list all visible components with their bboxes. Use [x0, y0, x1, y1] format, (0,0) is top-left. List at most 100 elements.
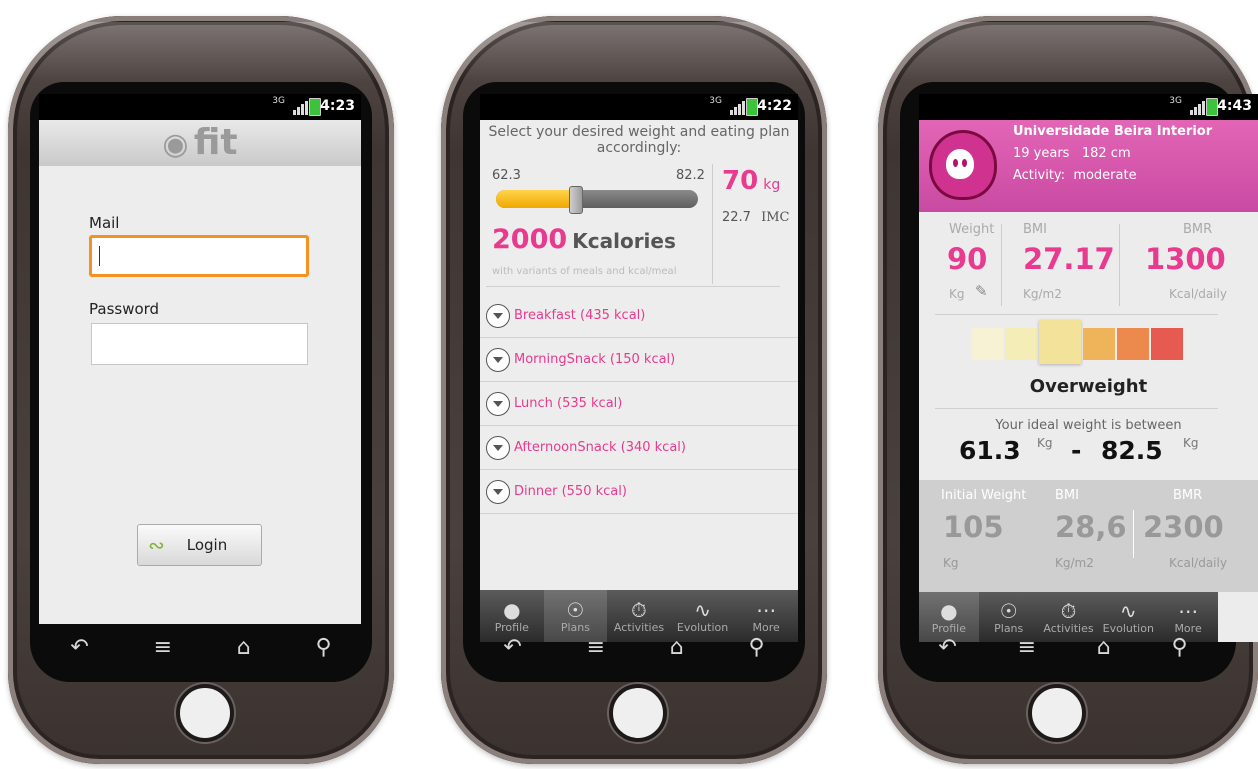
password-label: Password — [89, 300, 160, 318]
initial-bmr-unit: Kcal/daily — [1169, 556, 1227, 570]
status-time: 4:22 — [757, 98, 792, 114]
logo-text: fit — [193, 122, 238, 163]
divider — [486, 286, 780, 287]
home-icon[interactable]: ⌂ — [237, 635, 251, 660]
divider — [1001, 224, 1002, 306]
bmr-value: 1300 — [1145, 242, 1226, 276]
home-icon[interactable]: ⌂ — [670, 635, 684, 660]
trackball-button[interactable] — [609, 684, 667, 742]
slider-fill — [496, 190, 575, 208]
menu-icon[interactable]: ≡ — [154, 635, 172, 660]
home-icon[interactable]: ⌂ — [1097, 635, 1111, 660]
kcal-label: Kcalories — [572, 229, 676, 253]
trackball-button[interactable] — [1027, 684, 1086, 742]
network-indicator: 3G — [1169, 96, 1182, 106]
target-weight-value: 70 — [722, 166, 759, 196]
screen-login: 3G 4:23 ◉ fit Mail Password ∾ Login — [39, 94, 361, 624]
divider — [935, 314, 1218, 315]
apple-face — [946, 149, 974, 179]
ideal-min: 61.3 — [959, 436, 1021, 465]
search-icon[interactable]: ⚲ — [748, 635, 764, 660]
meal-item[interactable]: Lunch (535 kcal) — [480, 382, 798, 426]
ideal-max: 82.5 — [1101, 436, 1163, 465]
initial-bmi-value: 28,6 — [1055, 510, 1127, 544]
signal-icon — [730, 99, 746, 115]
bmi-category: Overweight — [1029, 376, 1148, 397]
menu-icon[interactable]: ≡ — [587, 635, 605, 660]
initial-bmr-label: BMR — [1173, 488, 1203, 503]
ideal-weight-text: Your ideal weight is between — [995, 418, 1182, 433]
status-bar: 3G 4:43 — [919, 94, 1258, 120]
target-weight-unit: kg — [763, 177, 781, 193]
hardware-nav-bar: ↶ ≡ ⌂ ⚲ — [38, 622, 364, 672]
bmi-scale-segment — [1083, 328, 1115, 360]
login-button[interactable]: ∾ Login — [137, 524, 262, 566]
meal-item[interactable]: Dinner (550 kcal) — [480, 470, 798, 514]
status-time: 4:23 — [320, 98, 355, 114]
hardware-nav-bar: ↶ ≡ ⌂ ⚲ — [908, 622, 1218, 672]
kcal-sub: with variants of meals and kcal/meal — [492, 266, 677, 277]
bmi-scale-segment — [1039, 320, 1081, 364]
stopwatch-icon: ⏱ — [1060, 598, 1077, 623]
more-icon: ⋯ — [756, 597, 777, 622]
phone-login: 3G 4:23 ◉ fit Mail Password ∾ Login ↶ ≡ … — [8, 16, 394, 764]
chart-line-icon: ∿ — [1119, 598, 1137, 623]
screen-plans: 3G 4:22 Select your desired weight and e… — [480, 94, 798, 642]
back-icon[interactable]: ↶ — [503, 635, 521, 660]
bmi-scale-segment — [1117, 328, 1149, 360]
meal-item[interactable]: MorningSnack (150 kcal) — [480, 338, 798, 382]
profile-name: Universidade Beira Interior — [1013, 124, 1213, 139]
meal-label: MorningSnack (150 kcal) — [514, 352, 676, 367]
bmr-unit: Kcal/daily — [1169, 287, 1227, 301]
text-caret — [99, 246, 100, 266]
kcal-value: 2000 — [492, 224, 568, 255]
phone-profile: 3G 4:43 Universidade Beira Interior 19 y… — [878, 16, 1258, 764]
back-icon[interactable]: ↶ — [938, 635, 956, 660]
more-icon: ⋯ — [1178, 598, 1199, 623]
plate-icon: ☉ — [566, 597, 585, 622]
apple-icon: ● — [503, 597, 521, 622]
menu-icon[interactable]: ≡ — [1018, 635, 1036, 660]
search-icon[interactable]: ⚲ — [1171, 635, 1187, 660]
range-max: 82.2 — [676, 168, 705, 183]
slider-thumb[interactable] — [568, 186, 583, 214]
edit-pencil-icon[interactable]: ✎ — [975, 282, 988, 300]
initial-weight-label: Initial Weight — [941, 488, 1027, 503]
imc-label: IMC — [761, 210, 790, 225]
screen-profile: 3G 4:43 Universidade Beira Interior 19 y… — [919, 94, 1258, 642]
initial-bmi-unit: Kg/m2 — [1055, 556, 1094, 570]
mail-field[interactable] — [89, 235, 309, 277]
ideal-max-unit: Kg — [1183, 436, 1199, 450]
bmi-label: BMI — [1023, 222, 1047, 237]
meal-item[interactable]: AfternoonSnack (340 kcal) — [480, 426, 798, 470]
network-indicator: 3G — [272, 96, 285, 106]
back-icon[interactable]: ↶ — [70, 635, 88, 660]
divider — [712, 164, 713, 284]
initial-weight-value: 105 — [943, 510, 1004, 544]
meal-item[interactable]: Breakfast (435 kcal) — [480, 294, 798, 338]
expand-icon — [486, 347, 510, 372]
expand-icon — [486, 479, 510, 504]
trackball-button[interactable] — [176, 684, 234, 742]
ideal-min-unit: Kg — [1037, 436, 1053, 450]
initial-bmi-label: BMI — [1055, 488, 1079, 503]
bmi-scale — [971, 320, 1191, 368]
password-field[interactable] — [91, 323, 308, 365]
initial-bmr-value: 2300 — [1143, 510, 1224, 544]
weight-unit: Kg — [949, 287, 965, 301]
bmi-scale-segment — [1005, 328, 1037, 360]
initial-weight-unit: Kg — [943, 556, 959, 570]
phone-plans: 3G 4:22 Select your desired weight and e… — [441, 16, 827, 764]
ideal-dash: - — [1071, 436, 1082, 465]
bmi-unit: Kg/m2 — [1023, 287, 1062, 301]
profile-activity: Activity: moderate — [1013, 168, 1137, 183]
signal-icon — [1190, 99, 1206, 115]
search-icon[interactable]: ⚲ — [315, 635, 331, 660]
divider — [935, 408, 1218, 409]
imc: 22.7 IMC — [722, 210, 790, 225]
bmi-value: 27.17 — [1023, 242, 1115, 276]
bmi-scale-segment — [971, 328, 1003, 360]
kcal-total: 2000 Kcalories — [492, 224, 676, 255]
weight-slider[interactable] — [496, 186, 698, 214]
initial-stats-panel: Initial Weight 105 Kg BMI 28,6 Kg/m2 BMR… — [919, 480, 1258, 592]
